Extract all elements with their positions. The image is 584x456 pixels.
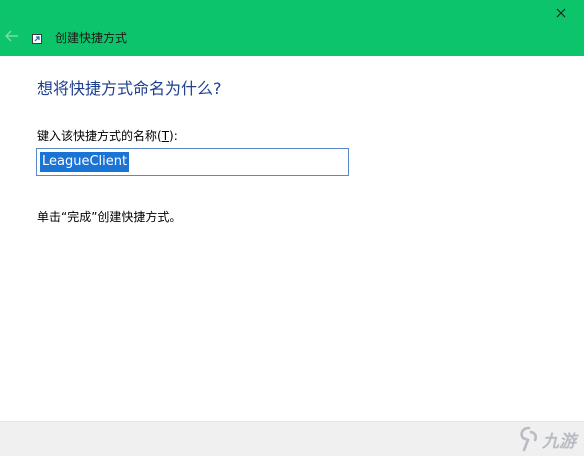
- label-hotkey: T: [161, 129, 170, 143]
- back-button[interactable]: [2, 26, 22, 46]
- shortcut-icon: [32, 34, 42, 44]
- close-button[interactable]: [543, 0, 579, 26]
- watermark-logo-icon: [520, 426, 538, 452]
- close-icon: [556, 8, 566, 18]
- input-selected-text: LeagueClient: [40, 152, 130, 172]
- watermark: 九游: [518, 423, 576, 455]
- footer-bar: [0, 421, 584, 456]
- shortcut-name-input[interactable]: LeagueClient: [36, 148, 349, 176]
- arrow-left-icon: [5, 30, 18, 42]
- watermark-text: 九游: [542, 431, 576, 452]
- finish-hint: 单击“完成”创建快捷方式。: [37, 210, 182, 224]
- label-prefix: 键入该快捷方式的名称(: [37, 129, 162, 143]
- page-heading: 想将快捷方式命名为什么?: [37, 79, 222, 98]
- name-field-label: 键入该快捷方式的名称(T):: [37, 128, 178, 144]
- wizard-title: 创建快捷方式: [55, 31, 128, 45]
- title-bar: 创建快捷方式: [0, 0, 584, 56]
- label-suffix: ):: [169, 129, 178, 143]
